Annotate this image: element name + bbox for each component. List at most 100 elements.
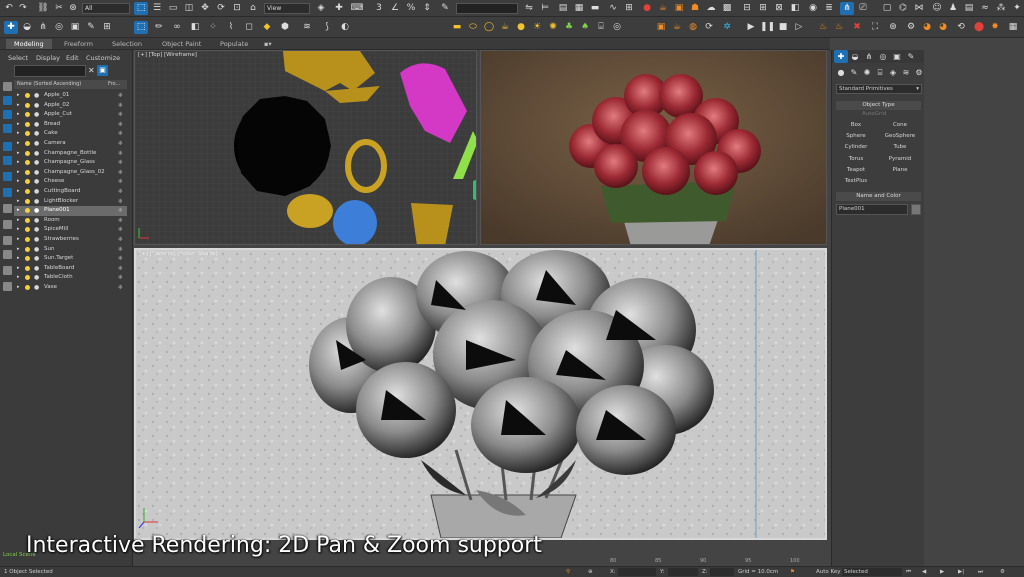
primitive-button[interactable]: Torus [836, 154, 876, 164]
wireframe-view-icon[interactable]: ⊠ [772, 2, 786, 15]
light-bulb-icon[interactable] [25, 237, 30, 242]
light-bulb-icon[interactable] [25, 141, 30, 146]
display-tab-icon[interactable]: ▣ [890, 50, 904, 63]
select-by-name-icon[interactable]: ☰ [150, 2, 164, 15]
named-selection-icon[interactable]: ✎ [438, 2, 452, 15]
reset-icon[interactable]: ⟲ [954, 21, 968, 34]
light-bulb-icon[interactable] [25, 189, 30, 194]
scene-item[interactable]: ▸ ● Apple_01 ❄ [14, 91, 127, 101]
window-crossing-icon[interactable]: ◫ [182, 2, 196, 15]
expand-arrow-icon[interactable]: ▸ [17, 235, 20, 245]
column-name[interactable]: Name (Sorted Ascending) [17, 81, 81, 87]
light-bulb-icon[interactable] [25, 131, 30, 137]
toggle-layer-explorer-icon[interactable]: ▦ [572, 2, 586, 15]
expand-arrow-icon[interactable]: ▸ [17, 264, 20, 274]
teapot-primitive-icon[interactable]: ☕ [498, 21, 512, 34]
freeze-icon[interactable]: ❄ [118, 91, 123, 101]
display-all-icon[interactable] [3, 282, 12, 291]
x-field[interactable] [618, 568, 656, 576]
render-in-cloud-icon[interactable]: ☁ [704, 2, 718, 15]
reference-coordinate-dropdown[interactable]: View [264, 3, 310, 14]
expand-arrow-icon[interactable]: ▸ [17, 110, 20, 120]
scene-item[interactable]: ▸ ● Vase ❄ [14, 283, 127, 293]
modify-icon[interactable]: ◒ [20, 21, 34, 34]
select-manipulate-icon[interactable]: ✚ [332, 2, 346, 15]
foliage-icon[interactable]: ♣ [562, 21, 576, 34]
clear-search-icon[interactable]: ✕ [88, 66, 95, 75]
character-icon[interactable]: ☺ [930, 2, 944, 15]
freeze-icon[interactable]: ❄ [118, 101, 123, 111]
display-bones-icon[interactable] [3, 220, 12, 229]
move-icon[interactable]: ✥ [198, 2, 212, 15]
expand-arrow-icon[interactable]: ▸ [17, 168, 20, 178]
target-camera-icon[interactable]: ◎ [610, 21, 624, 34]
scene-item[interactable]: ▸ ● Sun ❄ [14, 245, 127, 255]
light-bulb-icon[interactable] [25, 208, 30, 214]
scene-item[interactable]: ▸ ● Champagne_Glass_02 ❄ [14, 168, 127, 178]
select-object-icon[interactable]: ⬚ [134, 2, 148, 15]
motion-tab-icon[interactable]: ◎ [876, 50, 890, 63]
play-icon[interactable]: ▶ [744, 21, 758, 34]
explode-icon[interactable]: ✸ [988, 21, 1002, 34]
toggle-scene-explorer-icon[interactable]: ▤ [556, 2, 570, 15]
percent-snap-icon[interactable]: % [404, 2, 418, 15]
expand-arrow-icon[interactable]: ▸ [17, 129, 20, 139]
render-teapot-icon[interactable]: ☕ [670, 21, 684, 34]
freeze-icon[interactable]: ❄ [118, 245, 123, 255]
scene-item[interactable]: ▸ ● Sun.Target ❄ [14, 254, 127, 264]
border-icon[interactable]: ◻ [242, 21, 256, 34]
scene-item[interactable]: ▸ ● SpiceMill ❄ [14, 225, 127, 235]
freeze-icon[interactable]: ❄ [118, 110, 123, 120]
viewport-render-preview[interactable] [480, 50, 827, 245]
schematic-view-icon[interactable]: ⊞ [622, 2, 636, 15]
simulate-icon[interactable]: ⛶ [868, 21, 882, 34]
hierarchy-tab-icon[interactable]: ⋔ [862, 50, 876, 63]
step-icon[interactable]: ▷ [792, 21, 806, 34]
hierarchy-panel-icon[interactable]: ⋔ [36, 21, 50, 34]
sphere-primitive-icon[interactable]: ● [514, 21, 528, 34]
light-bulb-icon[interactable] [25, 121, 30, 127]
display-helpers-icon[interactable] [3, 156, 12, 165]
record-icon[interactable]: ⬤ [972, 21, 986, 34]
scene-item[interactable]: ▸ ● Champagne_Bottle ❄ [14, 149, 127, 159]
display-containers-icon[interactable] [3, 236, 12, 245]
scene-item[interactable]: ▸ ● TableCloth ❄ [14, 273, 127, 283]
primitive-button[interactable]: TextPlus [836, 176, 876, 186]
freeze-icon[interactable]: ❄ [118, 120, 123, 130]
scene-item[interactable]: ▸ ● CuttingBoard ❄ [14, 187, 127, 197]
tab-populate[interactable]: Populate [212, 39, 256, 49]
tab-modeling[interactable]: Modeling [6, 39, 52, 49]
primitive-button[interactable]: Cone [880, 120, 920, 130]
create-tab-icon[interactable]: ✚ [834, 50, 848, 63]
fire-effect-2-icon[interactable]: ♨ [832, 21, 846, 34]
selection-filter-dropdown[interactable]: All [82, 3, 130, 14]
curve-editor-icon[interactable]: ∿ [606, 2, 620, 15]
utilities-icon[interactable]: ✎ [84, 21, 98, 34]
tab-freeform[interactable]: Freeform [56, 39, 101, 49]
expand-arrow-icon[interactable]: ▸ [17, 225, 20, 235]
expand-arrow-icon[interactable]: ▸ [17, 245, 20, 255]
vertex-icon[interactable]: ⁘ [206, 21, 220, 34]
animation-layers-icon[interactable]: ▤ [962, 2, 976, 15]
camera-icon[interactable]: ⌸ [594, 21, 608, 34]
display-frozen-icon[interactable] [3, 250, 12, 259]
scene-item[interactable]: ▸ ● Apple_02 ❄ [14, 101, 127, 111]
freeze-icon[interactable]: ❄ [118, 139, 123, 149]
element-icon[interactable]: ⬢ [278, 21, 292, 34]
tab-selection[interactable]: Selection [104, 39, 150, 49]
light-bulb-icon[interactable] [25, 169, 30, 175]
scene-item[interactable]: ▸ ● Cheese ❄ [14, 177, 127, 187]
pause-icon[interactable]: ❚❚ [760, 21, 775, 34]
freeze-icon[interactable]: ❄ [118, 264, 123, 274]
display-lights-icon[interactable] [3, 124, 12, 133]
helpers-icon[interactable]: ◈ [886, 66, 900, 79]
modify-tab-icon[interactable]: ◒ [848, 50, 862, 63]
z-field[interactable] [710, 568, 734, 576]
expand-arrow-icon[interactable]: ▸ [17, 197, 20, 207]
bind-spacewarp-icon[interactable]: ⊛ [66, 2, 80, 15]
spacewarps-icon[interactable]: ≋ [899, 66, 913, 79]
key-filter-dropdown[interactable]: Selected [842, 568, 902, 576]
expand-arrow-icon[interactable]: ▸ [17, 149, 20, 159]
object-color-swatch[interactable] [911, 204, 921, 215]
create-icon[interactable]: ✚ [4, 21, 18, 34]
